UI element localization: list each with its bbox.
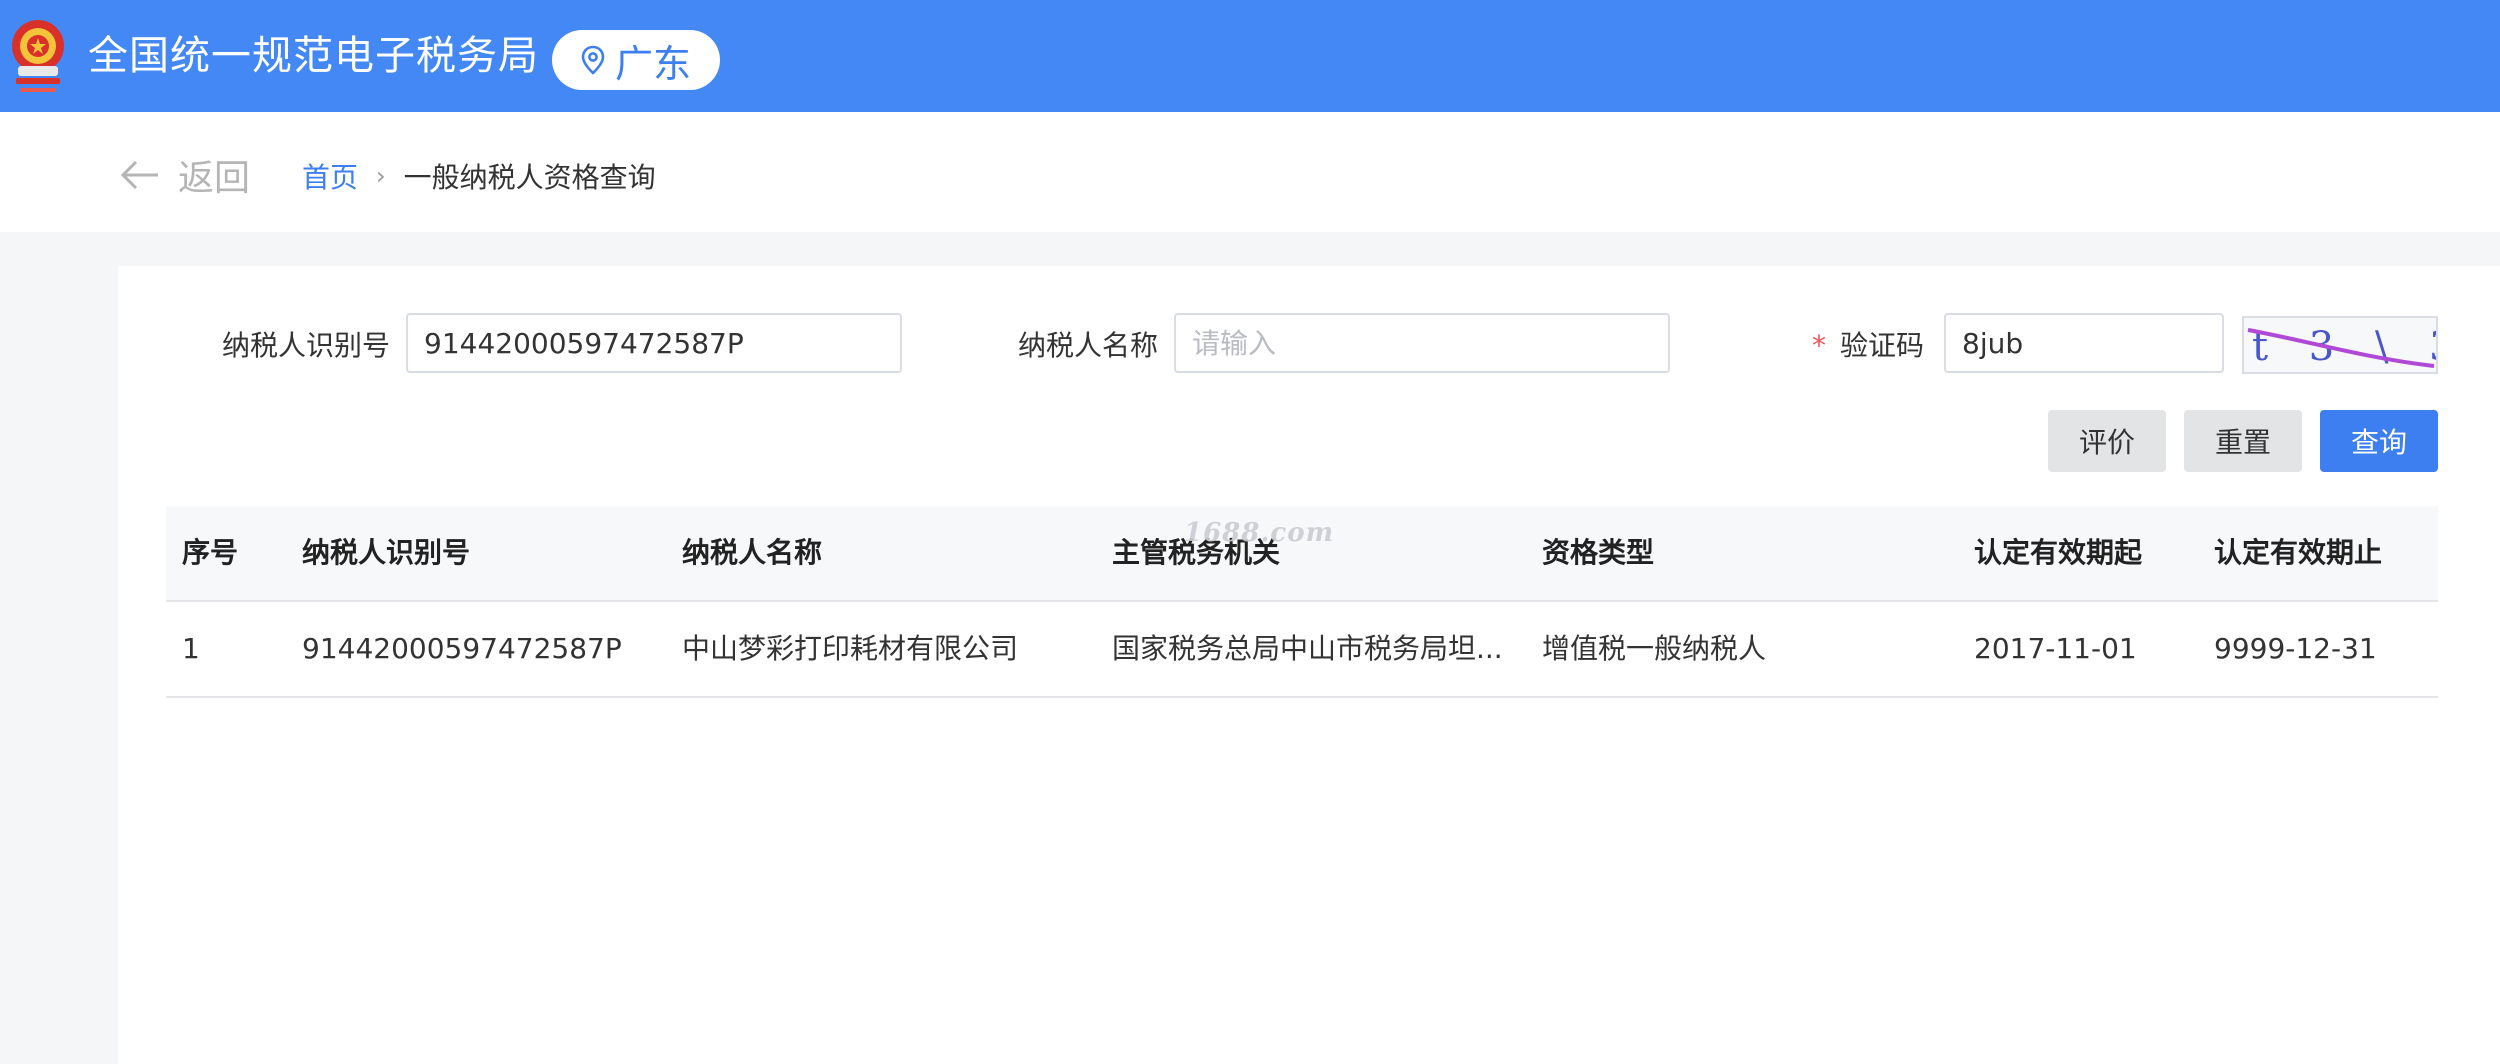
tax-emblem-icon bbox=[12, 20, 64, 92]
reset-button[interactable]: 重置 bbox=[2184, 410, 2302, 472]
captcha-label-text: 验证码 bbox=[1840, 329, 1925, 362]
taxpayer-name-label: 纳税人名称 bbox=[1018, 329, 1159, 362]
captcha-image[interactable]: t 3 \ 3 bbox=[2242, 316, 2455, 374]
taxpayer-name-input[interactable] bbox=[1174, 313, 1670, 373]
breadcrumb-home-link[interactable]: 首页 bbox=[302, 156, 358, 196]
cell-valid-to: 9999-12-31 bbox=[2214, 632, 2377, 665]
sub-navigation: 返回 首页 › 一般纳税人资格查询 bbox=[0, 112, 2500, 232]
column-header-taxpayer-name: 纳税人名称 bbox=[682, 536, 823, 569]
evaluate-button[interactable]: 评价 bbox=[2048, 410, 2166, 472]
column-header-qualification-type: 资格类型 bbox=[1542, 536, 1655, 569]
cell-taxpayer-name: 中山梦彩打印耗材有限公司 bbox=[682, 632, 1019, 665]
column-header-index: 序号 bbox=[182, 536, 239, 569]
breadcrumb: 首页 › 一般纳税人资格查询 bbox=[302, 156, 656, 196]
top-header-bar: 全国统一规范电子税务局 广东 bbox=[0, 0, 2500, 112]
query-button[interactable]: 查询 bbox=[2320, 410, 2438, 472]
region-selector[interactable]: 广东 bbox=[552, 30, 720, 90]
taxpayer-id-input[interactable] bbox=[406, 313, 902, 373]
breadcrumb-separator: › bbox=[376, 162, 386, 190]
site-title: 全国统一规范电子税务局 bbox=[88, 33, 539, 79]
cell-valid-from: 2017-11-01 bbox=[1974, 632, 2137, 665]
column-header-valid-to: 认定有效期止 bbox=[2214, 536, 2383, 569]
arrow-left-icon bbox=[120, 160, 158, 190]
cell-taxpayer-id: 91442000597472587P bbox=[302, 632, 622, 665]
cell-index: 1 bbox=[182, 632, 200, 665]
breadcrumb-current: 一般纳税人资格查询 bbox=[403, 161, 656, 194]
required-mark: * bbox=[1812, 329, 1826, 362]
captcha-label: * 验证码 bbox=[1812, 326, 1924, 366]
column-header-taxpayer-id: 纳税人识别号 bbox=[302, 536, 471, 569]
table-row[interactable]: 1 91442000597472587P 中山梦彩打印耗材有限公司 国家税务总局… bbox=[166, 602, 2438, 698]
watermark: 1688.com bbox=[1184, 518, 1335, 548]
captcha-graphic: t 3 \ 3 bbox=[2247, 324, 2455, 370]
back-label: 返回 bbox=[178, 158, 251, 199]
location-pin-icon bbox=[581, 45, 605, 75]
cell-tax-authority: 国家税务总局中山市税务局坦... bbox=[1112, 632, 1503, 665]
region-label: 广东 bbox=[614, 41, 691, 86]
captcha-input[interactable] bbox=[1944, 313, 2224, 373]
column-header-valid-from: 认定有效期起 bbox=[1974, 536, 2143, 569]
back-button[interactable]: 返回 bbox=[120, 152, 251, 199]
cell-qualification-type: 增值税一般纳税人 bbox=[1542, 632, 1767, 665]
taxpayer-id-label: 纳税人识别号 bbox=[222, 329, 391, 362]
